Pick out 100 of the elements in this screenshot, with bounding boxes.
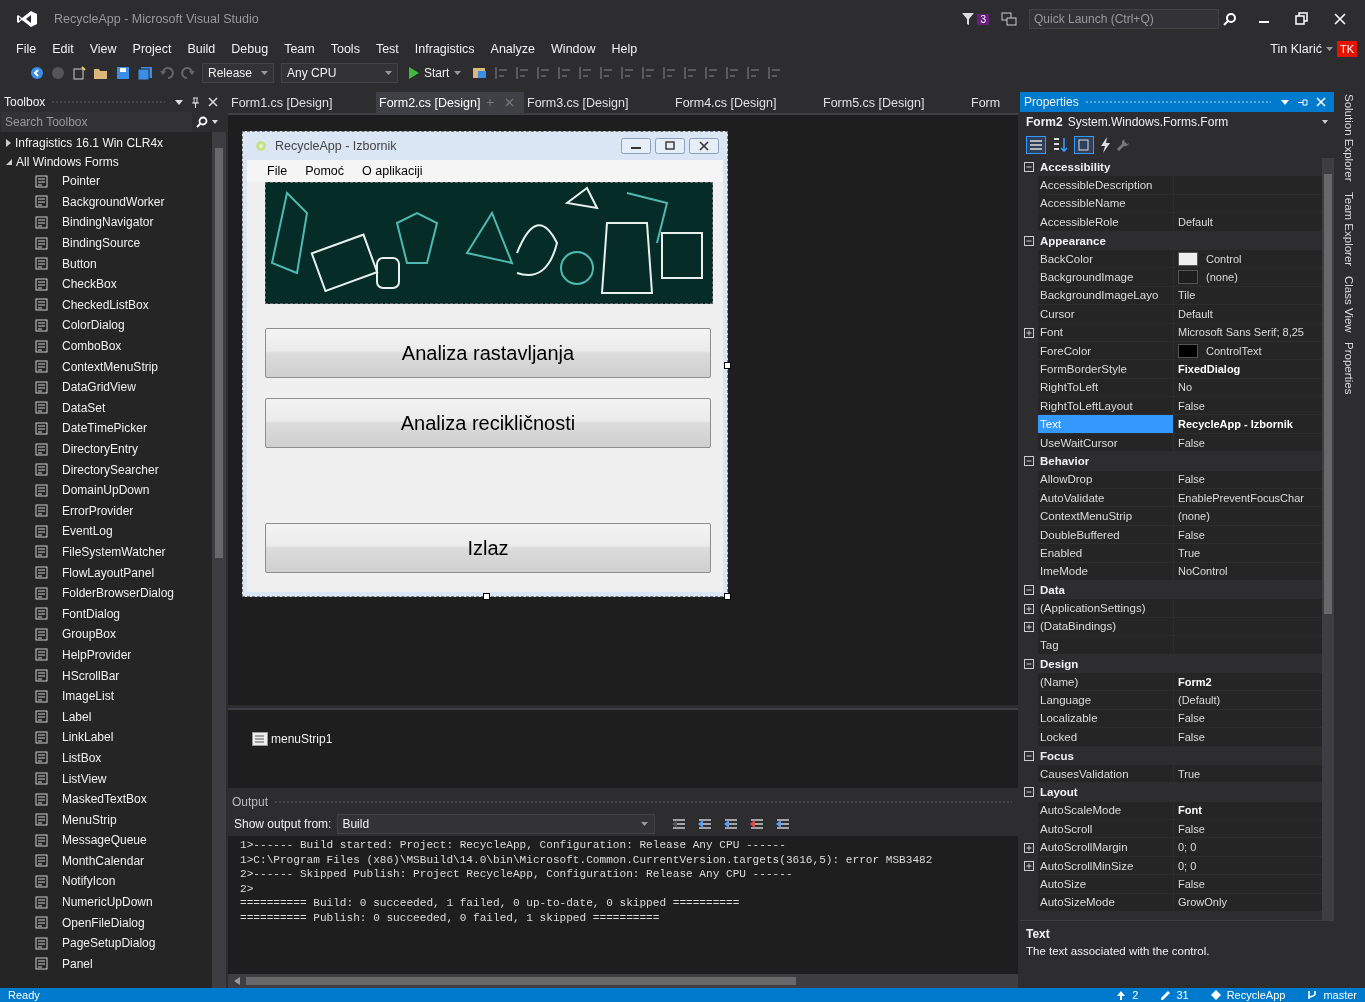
menu-item[interactable]: Analyze xyxy=(482,42,544,56)
dropdown-icon[interactable] xyxy=(175,99,183,105)
property-value-cell[interactable]: (none) xyxy=(1174,268,1322,287)
open-folder-icon[interactable] xyxy=(93,66,109,80)
property-name[interactable]: ContextMenuStrip xyxy=(1038,507,1174,526)
toolbox-item[interactable]: FlowLayoutPanel xyxy=(62,565,155,580)
toolbox-item[interactable]: ListView xyxy=(62,771,107,786)
toolbox-item[interactable]: GroupBox xyxy=(62,627,117,642)
property-name[interactable]: Cursor xyxy=(1038,305,1174,324)
search-field[interactable]: Search Toolbox xyxy=(1,112,192,132)
category-header[interactable]: Data xyxy=(1040,584,1065,597)
collapse-icon[interactable] xyxy=(1024,162,1034,173)
categorized-icon[interactable] xyxy=(1026,136,1046,154)
previous-message-icon[interactable] xyxy=(697,817,714,831)
start-button[interactable]: Start xyxy=(405,66,466,80)
toolbox-item[interactable]: DataSet xyxy=(62,400,106,415)
toolbox-item[interactable]: NotifyIcon xyxy=(62,874,116,889)
toolbox-group[interactable]: All Windows Forms xyxy=(0,152,212,171)
property-name[interactable]: AccessibleRole xyxy=(1038,213,1174,232)
property-value-cell[interactable]: FixedDialog xyxy=(1174,360,1322,379)
property-value-cell[interactable]: True xyxy=(1174,544,1322,563)
toolbox-item[interactable]: BindingNavigator xyxy=(62,215,154,230)
property-value-cell[interactable]: (Default) xyxy=(1174,691,1322,710)
save-all-icon[interactable] xyxy=(137,66,153,80)
toolbox-item[interactable]: Label xyxy=(62,709,92,724)
side-tab[interactable]: Solution Explorer xyxy=(1343,94,1355,182)
caret-icon[interactable] xyxy=(1325,47,1333,51)
side-tab[interactable]: Properties xyxy=(1343,342,1355,395)
minimize-button-icon[interactable] xyxy=(621,138,651,154)
document-tab[interactable]: Form5.cs [Design] xyxy=(820,92,968,113)
menu-item[interactable]: File xyxy=(258,164,297,178)
restore-icon[interactable] xyxy=(1295,12,1309,26)
collapse-icon[interactable] xyxy=(1024,456,1034,467)
toolbox-item[interactable]: CheckedListBox xyxy=(62,297,149,312)
diamond-icon[interactable] xyxy=(1210,990,1221,1000)
property-name[interactable]: AutoSize xyxy=(1038,875,1174,894)
back-icon[interactable] xyxy=(30,66,44,80)
toolbox-item[interactable]: DirectorySearcher xyxy=(62,462,159,477)
property-name[interactable]: AutoValidate xyxy=(1038,489,1174,508)
menu-item[interactable]: Build xyxy=(179,42,224,56)
menu-item[interactable]: View xyxy=(81,42,125,56)
category-header[interactable]: Behavior xyxy=(1040,455,1090,468)
resize-handle[interactable] xyxy=(724,593,731,600)
property-value-cell[interactable]: False xyxy=(1174,875,1322,894)
property-name[interactable]: AutoScroll xyxy=(1038,820,1174,839)
toolbox-item[interactable]: LinkLabel xyxy=(62,730,114,745)
property-value-cell[interactable]: 0; 0 xyxy=(1174,838,1322,857)
toolbox-item[interactable]: HelpProvider xyxy=(62,647,132,662)
document-tab[interactable]: Form4.cs [Design] xyxy=(672,92,820,113)
expand-icon[interactable] xyxy=(1024,842,1034,853)
collapse-icon[interactable] xyxy=(1024,750,1034,761)
toolbox-item[interactable]: ErrorProvider xyxy=(62,503,134,518)
property-value-cell[interactable]: (none) xyxy=(1174,507,1322,526)
pencil-icon[interactable] xyxy=(1160,990,1171,1000)
toolbox-group[interactable]: Infragistics 16.1 Win CLR4x xyxy=(0,134,212,153)
side-tab[interactable]: Team Explorer xyxy=(1343,191,1355,266)
output-source-dropdown[interactable]: Build xyxy=(337,814,656,834)
menu-item[interactable]: Project xyxy=(124,42,180,56)
property-value-cell[interactable]: EnablePreventFocusChar xyxy=(1174,489,1322,508)
filter-icon[interactable] xyxy=(961,12,976,26)
toolbox-item[interactable]: HScrollBar xyxy=(62,668,120,683)
save-icon[interactable] xyxy=(116,66,130,80)
property-value-cell[interactable]: False xyxy=(1174,397,1322,416)
toolbox-item[interactable]: FolderBrowserDialog xyxy=(62,586,175,601)
platform-dropdown[interactable]: Any CPU xyxy=(281,63,398,83)
new-project-icon[interactable] xyxy=(72,66,86,80)
toolbox-item[interactable]: ColorDialog xyxy=(62,318,125,333)
toolbox-item[interactable]: FontDialog xyxy=(62,606,121,621)
menu-item[interactable]: Debug xyxy=(223,42,277,56)
expand-icon[interactable] xyxy=(1024,327,1034,338)
maximize-button-icon[interactable] xyxy=(655,138,685,154)
side-tab[interactable]: Class View xyxy=(1343,275,1355,333)
form-button[interactable]: Analiza recikličnosti xyxy=(265,398,711,448)
wrench-icon[interactable] xyxy=(1116,138,1130,152)
collapse-icon[interactable] xyxy=(1024,787,1034,798)
toolbox-item[interactable]: DataGridView xyxy=(62,380,136,395)
document-tab[interactable]: Form3.cs [Design] xyxy=(524,92,672,113)
property-value-cell[interactable]: False xyxy=(1174,728,1322,747)
toolbox-item[interactable]: MonthCalendar xyxy=(62,853,145,868)
resize-handle[interactable] xyxy=(483,593,490,600)
property-value-cell[interactable] xyxy=(1174,176,1322,195)
toolbox-item[interactable]: ContextMenuStrip xyxy=(62,359,159,374)
toolbox-item[interactable]: NumericUpDown xyxy=(62,895,153,910)
component-label[interactable]: menuStrip1 xyxy=(271,732,333,746)
property-name[interactable]: AccessibleDescription xyxy=(1038,176,1174,195)
arrow-up-icon[interactable] xyxy=(1116,990,1127,1000)
menu-item[interactable]: O aplikaciji xyxy=(353,164,432,178)
category-header[interactable]: Focus xyxy=(1040,749,1074,762)
collapse-icon[interactable] xyxy=(1024,658,1034,669)
dropdown-icon[interactable] xyxy=(1281,99,1289,105)
configuration-dropdown[interactable]: Release xyxy=(202,63,274,83)
notification-badge[interactable]: 3 xyxy=(977,13,989,25)
toolbox-item[interactable]: DirectoryEntry xyxy=(62,442,138,456)
property-name[interactable]: Language xyxy=(1038,691,1174,710)
toolbox-item[interactable]: DomainUpDown xyxy=(62,483,150,498)
status-item[interactable]: 2 xyxy=(1132,989,1139,1001)
form-button[interactable]: Izlaz xyxy=(265,523,711,573)
alphabetical-icon[interactable] xyxy=(1051,136,1069,154)
property-value-cell[interactable] xyxy=(1174,636,1322,655)
property-name[interactable]: FormBorderStyle xyxy=(1038,360,1174,379)
